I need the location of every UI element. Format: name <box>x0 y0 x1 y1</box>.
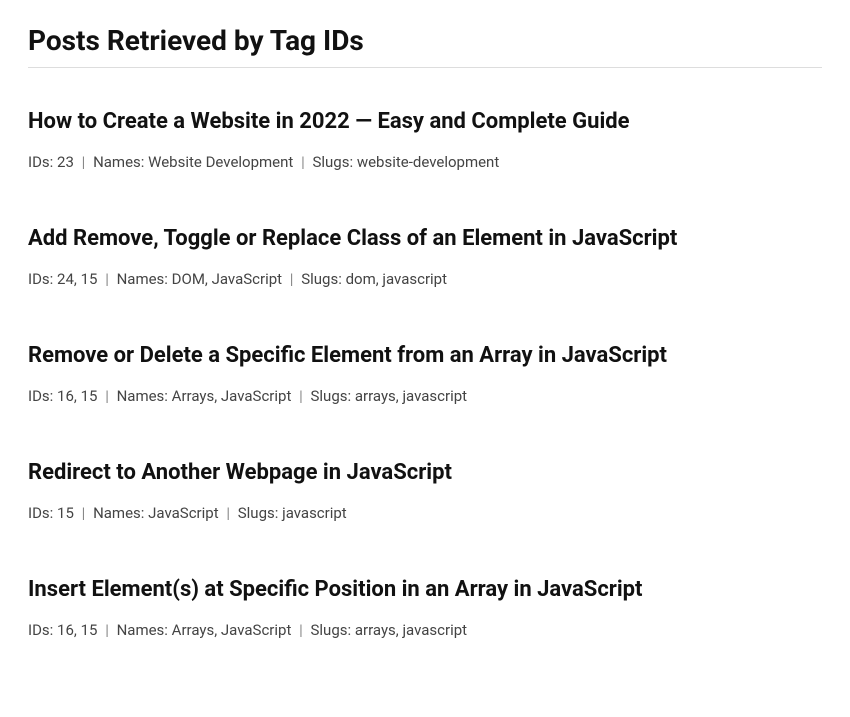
slugs-label: Slugs: <box>311 387 352 405</box>
slugs-label: Slugs: <box>301 270 342 288</box>
post-title: How to Create a Website in 2022 — Easy a… <box>28 108 822 137</box>
slugs-value: arrays, javascript <box>355 621 467 639</box>
separator: | <box>82 504 86 522</box>
separator: | <box>82 153 86 171</box>
slugs-value: website-development <box>357 153 499 171</box>
separator: | <box>299 621 303 639</box>
post-item: Insert Element(s) at Specific Position i… <box>28 576 822 641</box>
ids-value: 23 <box>57 153 74 171</box>
ids-label: IDs: <box>28 621 53 639</box>
separator: | <box>105 387 109 405</box>
ids-label: IDs: <box>28 270 53 288</box>
slugs-label: Slugs: <box>311 621 352 639</box>
post-meta: IDs: 16, 15 | Names: Arrays, JavaScript … <box>28 385 822 408</box>
names-label: Names: <box>117 621 168 639</box>
post-title: Redirect to Another Webpage in JavaScrip… <box>28 459 822 488</box>
post-meta: IDs: 16, 15 | Names: Arrays, JavaScript … <box>28 619 822 642</box>
ids-value: 15 <box>57 504 74 522</box>
ids-value: 24, 15 <box>57 270 97 288</box>
post-meta: IDs: 23 | Names: Website Development | S… <box>28 151 822 174</box>
post-title: Add Remove, Toggle or Replace Class of a… <box>28 225 822 254</box>
post-meta: IDs: 15 | Names: JavaScript | Slugs: jav… <box>28 502 822 525</box>
names-value: JavaScript <box>148 504 218 522</box>
post-item: How to Create a Website in 2022 — Easy a… <box>28 108 822 173</box>
post-title: Remove or Delete a Specific Element from… <box>28 342 822 371</box>
separator: | <box>301 153 305 171</box>
separator: | <box>105 270 109 288</box>
slugs-value: arrays, javascript <box>355 387 467 405</box>
post-item: Redirect to Another Webpage in JavaScrip… <box>28 459 822 524</box>
names-label: Names: <box>117 270 168 288</box>
post-item: Remove or Delete a Specific Element from… <box>28 342 822 407</box>
ids-value: 16, 15 <box>57 387 97 405</box>
slugs-value: javascript <box>282 504 347 522</box>
separator: | <box>105 621 109 639</box>
names-value: Arrays, JavaScript <box>172 621 292 639</box>
separator: | <box>226 504 230 522</box>
posts-list: How to Create a Website in 2022 — Easy a… <box>28 108 822 641</box>
names-label: Names: <box>93 504 144 522</box>
names-label: Names: <box>117 387 168 405</box>
ids-label: IDs: <box>28 153 53 171</box>
ids-label: IDs: <box>28 387 53 405</box>
ids-value: 16, 15 <box>57 621 97 639</box>
slugs-label: Slugs: <box>238 504 279 522</box>
names-value: Arrays, JavaScript <box>172 387 292 405</box>
slugs-value: dom, javascript <box>346 270 447 288</box>
names-label: Names: <box>93 153 144 171</box>
ids-label: IDs: <box>28 504 53 522</box>
post-meta: IDs: 24, 15 | Names: DOM, JavaScript | S… <box>28 268 822 291</box>
post-title: Insert Element(s) at Specific Position i… <box>28 576 822 605</box>
post-item: Add Remove, Toggle or Replace Class of a… <box>28 225 822 290</box>
names-value: DOM, JavaScript <box>172 270 282 288</box>
page-title: Posts Retrieved by Tag IDs <box>28 24 822 68</box>
slugs-label: Slugs: <box>312 153 353 171</box>
separator: | <box>290 270 294 288</box>
names-value: Website Development <box>148 153 293 171</box>
separator: | <box>299 387 303 405</box>
